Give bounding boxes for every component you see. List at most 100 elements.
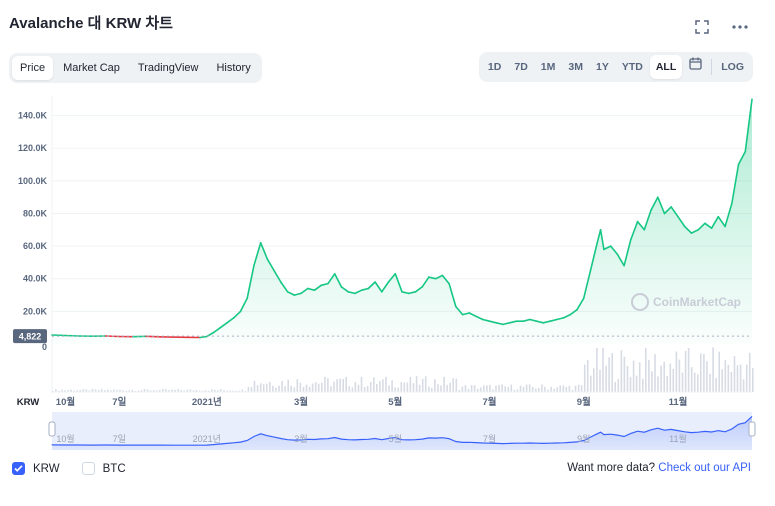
volume-bar [519, 385, 522, 392]
range-7d[interactable]: 7D [508, 55, 533, 79]
volume-bar [418, 384, 421, 392]
volume-bar [608, 357, 610, 392]
volume-bar [684, 351, 687, 392]
volume-bar [431, 388, 433, 392]
api-prompt: Want more data? [567, 462, 656, 474]
volume-bar [311, 383, 314, 392]
btc-checkbox[interactable] [81, 462, 95, 475]
volume-bar [308, 386, 311, 392]
range-1m[interactable]: 1M [535, 55, 562, 79]
volume-bar [406, 382, 409, 392]
volume-bar [391, 380, 393, 392]
volume-bar [446, 384, 448, 392]
volume-bar [360, 376, 363, 392]
volume-bar [369, 382, 372, 392]
volume-bar [379, 381, 381, 392]
volume-bar [376, 383, 378, 392]
volume-bar [483, 385, 485, 392]
volume-bar [577, 384, 580, 392]
calendar-button[interactable] [683, 55, 708, 79]
volume-bar [586, 359, 589, 392]
tab-history[interactable]: History [208, 56, 258, 80]
volume-bar [672, 369, 675, 392]
volume-bar [489, 384, 491, 392]
navigator-left-handle[interactable] [48, 421, 56, 437]
log-toggle[interactable]: LOG [715, 55, 750, 79]
volume-bar [675, 351, 678, 392]
volume-bar [296, 379, 299, 392]
volume-bar [666, 375, 668, 392]
y-zero-label: 0 [42, 342, 47, 352]
navigator-tick-label: 7월 [483, 433, 496, 444]
volume-bar [538, 388, 540, 392]
x-tick-label: 10월 [56, 396, 75, 408]
navigator-right-handle[interactable] [748, 421, 756, 437]
volume-bar [281, 380, 283, 392]
range-1y[interactable]: 1Y [590, 55, 615, 79]
range-3m[interactable]: 3M [562, 55, 589, 79]
volume-bar [568, 386, 571, 392]
volume-bar [403, 382, 406, 392]
volume-bar [748, 352, 751, 392]
volume-bar [299, 382, 302, 392]
volume-bar [464, 385, 467, 392]
volume-bar [275, 387, 277, 392]
volume-bar [266, 383, 268, 392]
volume-bar [602, 347, 604, 392]
volume-bar [742, 379, 745, 392]
volume-bar [434, 379, 436, 392]
navigator-tick-label: 5월 [389, 433, 402, 444]
volume-bar [678, 359, 681, 392]
volume-bar [528, 384, 531, 392]
chart-tabs: Price Market Cap TradingView History [9, 53, 262, 83]
fullscreen-icon[interactable] [693, 18, 711, 36]
volume-bar [611, 353, 613, 392]
tab-price[interactable]: Price [12, 56, 54, 80]
range-1d[interactable]: 1D [482, 55, 507, 79]
more-icon[interactable] [731, 18, 749, 36]
volume-bar [330, 386, 332, 392]
volume-bar [385, 376, 387, 392]
calendar-icon [689, 55, 702, 79]
volume-bar [599, 369, 601, 392]
volume-bar [342, 379, 344, 392]
volume-bar [645, 347, 647, 392]
price-chart[interactable]: 20.0K 40.0K 60.0K 80.0K 100.0K 120.0K 140.0K 4,… [0, 88, 775, 458]
range-all[interactable]: ALL [649, 55, 683, 79]
volume-bar [709, 374, 711, 392]
volume-bar [687, 348, 690, 392]
legend-krw-label: KRW [33, 462, 60, 475]
volume-bar [428, 386, 430, 392]
volume-bar [259, 383, 262, 392]
volume-bar [510, 384, 513, 392]
tab-tradingview[interactable]: TradingView [130, 56, 207, 80]
api-link[interactable]: Check out our API [658, 462, 751, 474]
volume-bar [504, 386, 506, 392]
volume-bar [669, 363, 672, 392]
volume-bar [397, 387, 399, 392]
krw-checkbox[interactable] [12, 462, 25, 475]
navigator-tick-label: 9월 [577, 433, 590, 444]
volume-bar [736, 365, 739, 392]
current-price-label: 4,822 [19, 332, 42, 342]
volume-bar [721, 369, 723, 392]
volume-bar [440, 385, 442, 392]
x-tick-label: 11월 [669, 396, 688, 408]
volume-bar [501, 384, 503, 392]
volume-bar [366, 386, 369, 392]
tab-market-cap[interactable]: Market Cap [55, 56, 128, 80]
volume-bar [590, 375, 592, 392]
price-line-segment [51, 334, 67, 337]
x-axis-currency: KRW [17, 397, 40, 408]
volume-bar [278, 385, 280, 392]
legend-btc[interactable]: BTC [81, 462, 126, 475]
volume-bar [605, 365, 607, 392]
volume-bar [541, 384, 543, 392]
volume-bar [443, 376, 445, 392]
volume-bar [583, 364, 586, 392]
legend-btc-label: BTC [102, 462, 126, 475]
volume-bar [394, 387, 396, 392]
range-ytd[interactable]: YTD [616, 55, 649, 79]
volume-bar [693, 372, 696, 392]
legend-krw[interactable]: KRW [12, 462, 60, 475]
